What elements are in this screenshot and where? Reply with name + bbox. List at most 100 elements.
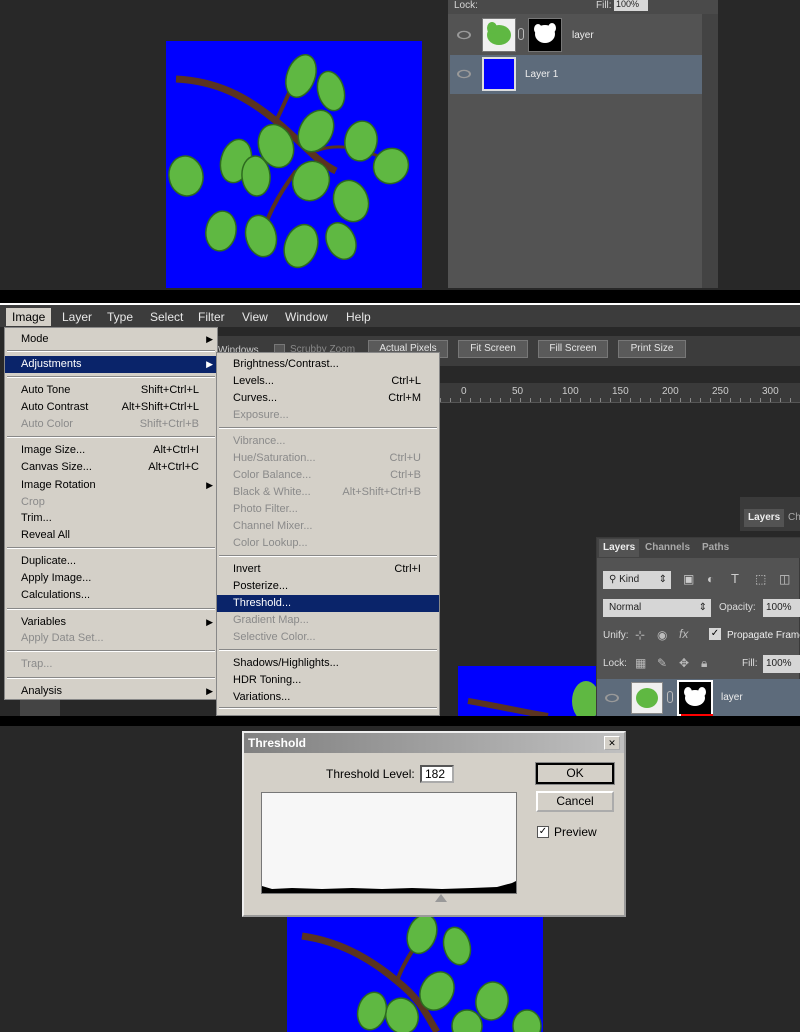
type-filter-icon[interactable]: T xyxy=(731,571,739,586)
menu-item-gradient-map: Gradient Map... xyxy=(217,612,439,629)
menu-item-label: Black & White... xyxy=(233,486,311,498)
menu-item-vibrance: Vibrance... xyxy=(217,433,439,450)
menu-item-calculations[interactable]: Calculations... xyxy=(5,587,217,604)
lock-transparency-icon[interactable]: ▦ xyxy=(635,656,646,670)
menu-item-label: Crop xyxy=(21,496,45,508)
menu-item-label: Color Lookup... xyxy=(233,537,308,549)
menu-item-curves[interactable]: Curves... Ctrl+M xyxy=(217,390,439,407)
layers-scrollbar[interactable] xyxy=(702,14,718,288)
menu-item-variables[interactable]: Variables ▶ xyxy=(5,614,217,631)
tab-channels[interactable]: Channels xyxy=(641,539,694,557)
menu-item-analysis[interactable]: Analysis ▶ xyxy=(5,683,217,700)
visibility-eye-icon[interactable] xyxy=(457,69,471,79)
menu-item-label: Adjustments xyxy=(21,358,82,370)
menu-item-label: Canvas Size... xyxy=(21,461,92,473)
menu-item-label: Auto Color xyxy=(21,418,73,430)
menu-item-reveal-all[interactable]: Reveal All xyxy=(5,527,217,544)
menu-item-apply-image[interactable]: Apply Image... xyxy=(5,570,217,587)
menu-type[interactable]: Type xyxy=(107,310,133,324)
tool-button[interactable] xyxy=(20,700,60,716)
menu-item-invert[interactable]: Invert Ctrl+I xyxy=(217,561,439,578)
visibility-eye-icon[interactable] xyxy=(605,693,619,703)
layer-row-layer[interactable]: layer xyxy=(450,16,702,55)
menu-item-auto-contrast[interactable]: Auto Contrast Alt+Shift+Ctrl+L xyxy=(5,399,217,416)
smart-object-filter-icon[interactable]: ◫ xyxy=(779,572,790,586)
layer-row-layer[interactable]: layer xyxy=(597,679,800,718)
propagate-checkbox[interactable]: ✓ xyxy=(709,628,721,640)
menu-item-adjustments[interactable]: Adjustments ▶ xyxy=(5,356,217,373)
menu-item-exposure: Exposure... xyxy=(217,407,439,424)
layer-row-layer-1[interactable]: Layer 1 xyxy=(450,55,702,94)
layers-panel-back: Layers Ch xyxy=(740,497,800,531)
menu-select[interactable]: Select xyxy=(150,310,183,324)
layer-mask-thumbnail[interactable] xyxy=(677,680,713,716)
menu-shortcut: Ctrl+M xyxy=(388,392,421,404)
menu-item-variations[interactable]: Variations... xyxy=(217,689,439,706)
kind-filter-select[interactable]: ⚲ Kind ⇕ xyxy=(603,571,671,589)
menu-filter[interactable]: Filter xyxy=(198,310,225,324)
menu-help[interactable]: Help xyxy=(346,310,371,324)
menu-item-trim[interactable]: Trim... xyxy=(5,510,217,527)
menu-item-duplicate[interactable]: Duplicate... xyxy=(5,553,217,570)
menu-item-hdr-toning[interactable]: HDR Toning... xyxy=(217,672,439,689)
menu-item-auto-tone[interactable]: Auto Tone Shift+Ctrl+L xyxy=(5,382,217,399)
tab-layers-back[interactable]: Layers xyxy=(744,509,785,527)
threshold-level-input[interactable]: 182 xyxy=(420,765,454,783)
menu-shortcut: Ctrl+I xyxy=(394,563,421,575)
submenu-arrow-icon: ▶ xyxy=(206,617,213,627)
menu-item-mode[interactable]: Mode ▶ xyxy=(5,331,217,348)
layer-name: layer xyxy=(721,692,743,703)
menu-item-channel-mixer: Channel Mixer... xyxy=(217,518,439,535)
threshold-slider-handle[interactable] xyxy=(435,894,447,902)
link-chain-icon[interactable] xyxy=(518,28,524,40)
menu-image[interactable]: Image xyxy=(6,308,52,326)
menu-bar: Image Layer Type Select Filter View Wind… xyxy=(0,303,800,327)
close-icon[interactable]: ✕ xyxy=(604,736,620,750)
menu-view[interactable]: View xyxy=(242,310,268,324)
menu-layer[interactable]: Layer xyxy=(62,310,92,324)
menu-window[interactable]: Window xyxy=(285,310,328,324)
tab-channels-back[interactable]: Ch xyxy=(784,509,800,527)
tab-layers[interactable]: Layers xyxy=(599,539,640,557)
unify-visibility-icon[interactable]: ◉ xyxy=(657,628,667,642)
layer-mask-thumbnail[interactable] xyxy=(528,18,562,52)
fill-label: Fill: xyxy=(596,0,612,11)
link-chain-icon[interactable] xyxy=(667,691,673,703)
menu-item-image-size[interactable]: Image Size... Alt+Ctrl+I xyxy=(5,442,217,459)
menu-separator xyxy=(7,436,215,438)
tab-paths[interactable]: Paths xyxy=(698,539,733,557)
menu-item-threshold[interactable]: Threshold... xyxy=(217,595,439,612)
menu-item-brightness-contrast[interactable]: Brightness/Contrast... xyxy=(217,356,439,373)
menu-item-canvas-size[interactable]: Canvas Size... Alt+Ctrl+C xyxy=(5,459,217,476)
layer-thumbnail xyxy=(482,18,516,52)
menu-item-levels[interactable]: Levels... Ctrl+L xyxy=(217,373,439,390)
lock-position-icon[interactable]: ✥ xyxy=(679,656,689,670)
visibility-eye-icon[interactable] xyxy=(457,30,471,40)
fill-screen-button[interactable]: Fill Screen xyxy=(538,340,608,358)
unify-position-icon[interactable]: ⊹ xyxy=(635,628,645,642)
cancel-button[interactable]: Cancel xyxy=(536,791,614,812)
lock-all-icon[interactable]: 🔒︎ xyxy=(701,656,707,671)
canvas-preview-top xyxy=(166,41,422,288)
unify-style-icon[interactable]: fx xyxy=(679,627,688,641)
menu-item-auto-color: Auto Color Shift+Ctrl+B xyxy=(5,416,217,433)
opacity-input[interactable]: 100% xyxy=(763,599,800,617)
ok-button[interactable]: OK xyxy=(535,762,615,785)
fill-input[interactable]: 100% xyxy=(614,0,648,11)
fit-screen-button[interactable]: Fit Screen xyxy=(458,340,528,358)
menu-item-label: Invert xyxy=(233,563,261,575)
menu-item-posterize[interactable]: Posterize... xyxy=(217,578,439,595)
menu-separator xyxy=(7,677,215,679)
fill-input[interactable]: 100% xyxy=(763,655,800,673)
preview-checkbox[interactable]: ✓ xyxy=(537,826,549,838)
menu-item-shadows-highlights[interactable]: Shadows/Highlights... xyxy=(217,655,439,672)
menu-item-label: Reveal All xyxy=(21,529,70,541)
print-size-button[interactable]: Print Size xyxy=(618,340,686,358)
menu-shortcut: Alt+Shift+Ctrl+B xyxy=(342,486,421,498)
shape-filter-icon[interactable]: ⬚ xyxy=(755,572,766,586)
adjustment-filter-icon[interactable]: ◐ xyxy=(707,572,714,586)
blend-mode-select[interactable]: Normal ⇕ xyxy=(603,599,711,617)
image-filter-icon[interactable]: ▣ xyxy=(683,572,694,586)
lock-pixels-icon[interactable]: ✎ xyxy=(657,656,667,670)
menu-item-image-rotation[interactable]: Image Rotation ▶ xyxy=(5,477,217,494)
